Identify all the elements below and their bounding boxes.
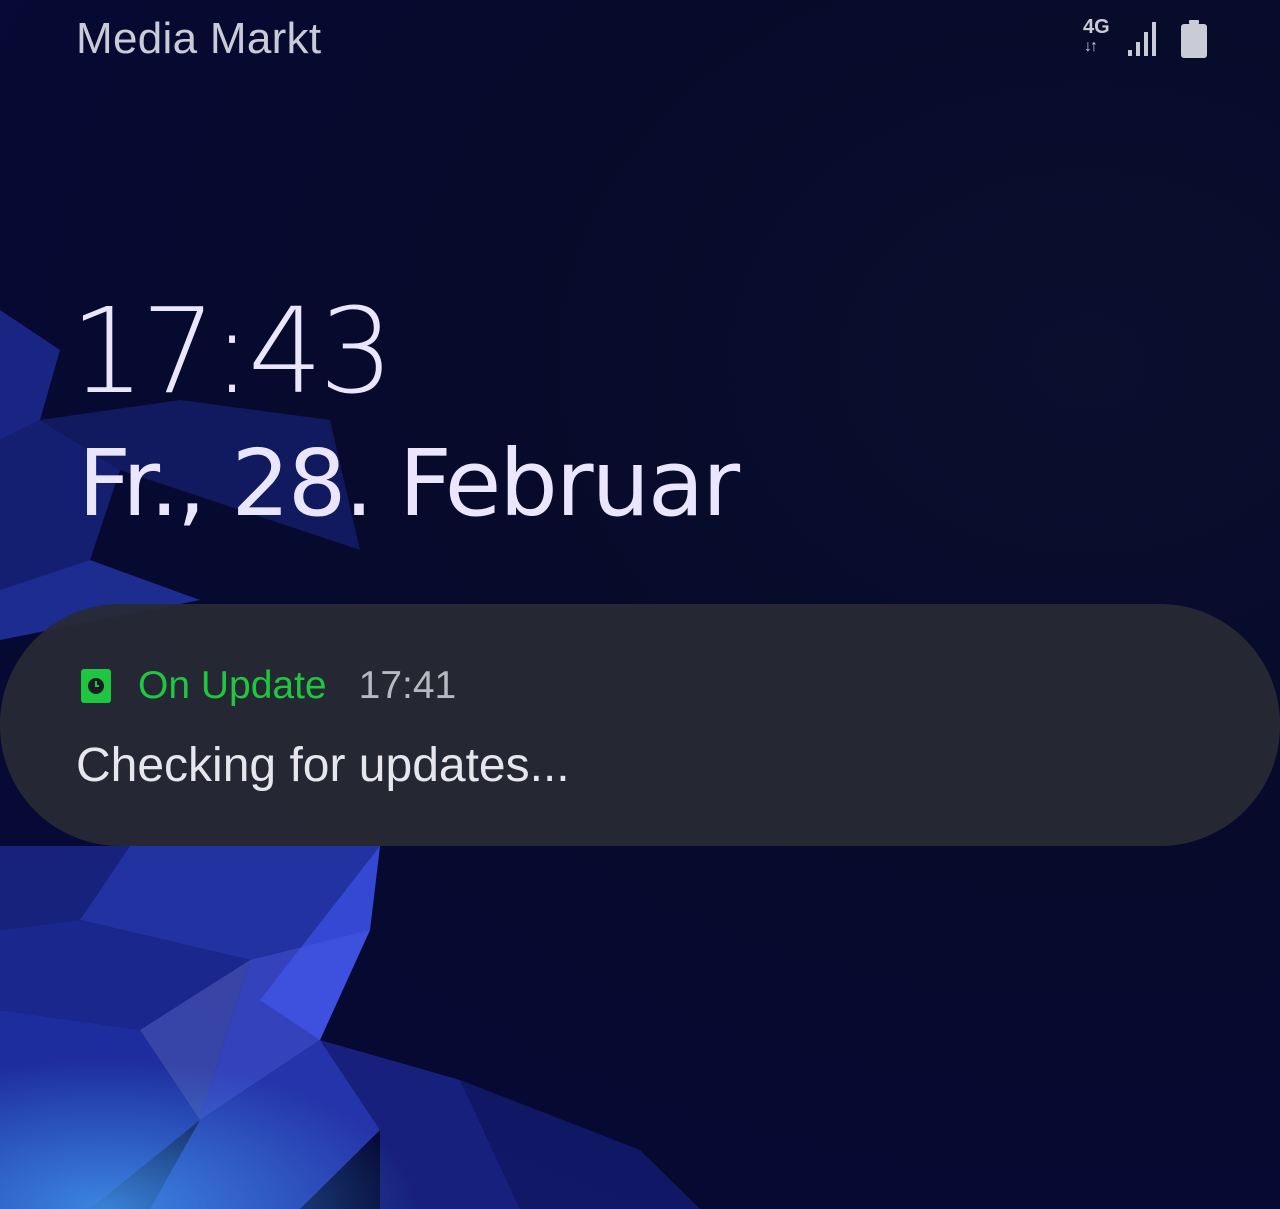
notification-message: Checking for updates... [76,739,570,792]
lockscreen-date: Fr., 28. Februar [78,430,740,537]
notification-time: 17:41 [358,664,457,707]
notification-card[interactable]: On Update 17:41 Checking for updates... [0,604,1280,846]
battery-icon [1181,20,1207,58]
signal-bars-icon [1128,22,1156,56]
network-type-icon: 4G ↓↑ [1080,16,1114,60]
network-type-label: 4G [1083,16,1110,38]
status-bar: Media Markt 4G ↓↑ [0,0,1280,80]
notification-header: On Update 17:41 [80,662,456,710]
clock-app-icon [81,669,111,703]
lock-screen: Media Markt 4G ↓↑ 17:43 Fr., 28. Februar [0,0,1280,1209]
status-icons: 4G ↓↑ [1080,16,1220,62]
notification-app-name: On Update [138,664,327,707]
lockscreen-clock: 17:43 [70,282,394,420]
carrier-name: Media Markt [76,14,322,63]
data-activity-icon: ↓↑ [1084,38,1098,55]
